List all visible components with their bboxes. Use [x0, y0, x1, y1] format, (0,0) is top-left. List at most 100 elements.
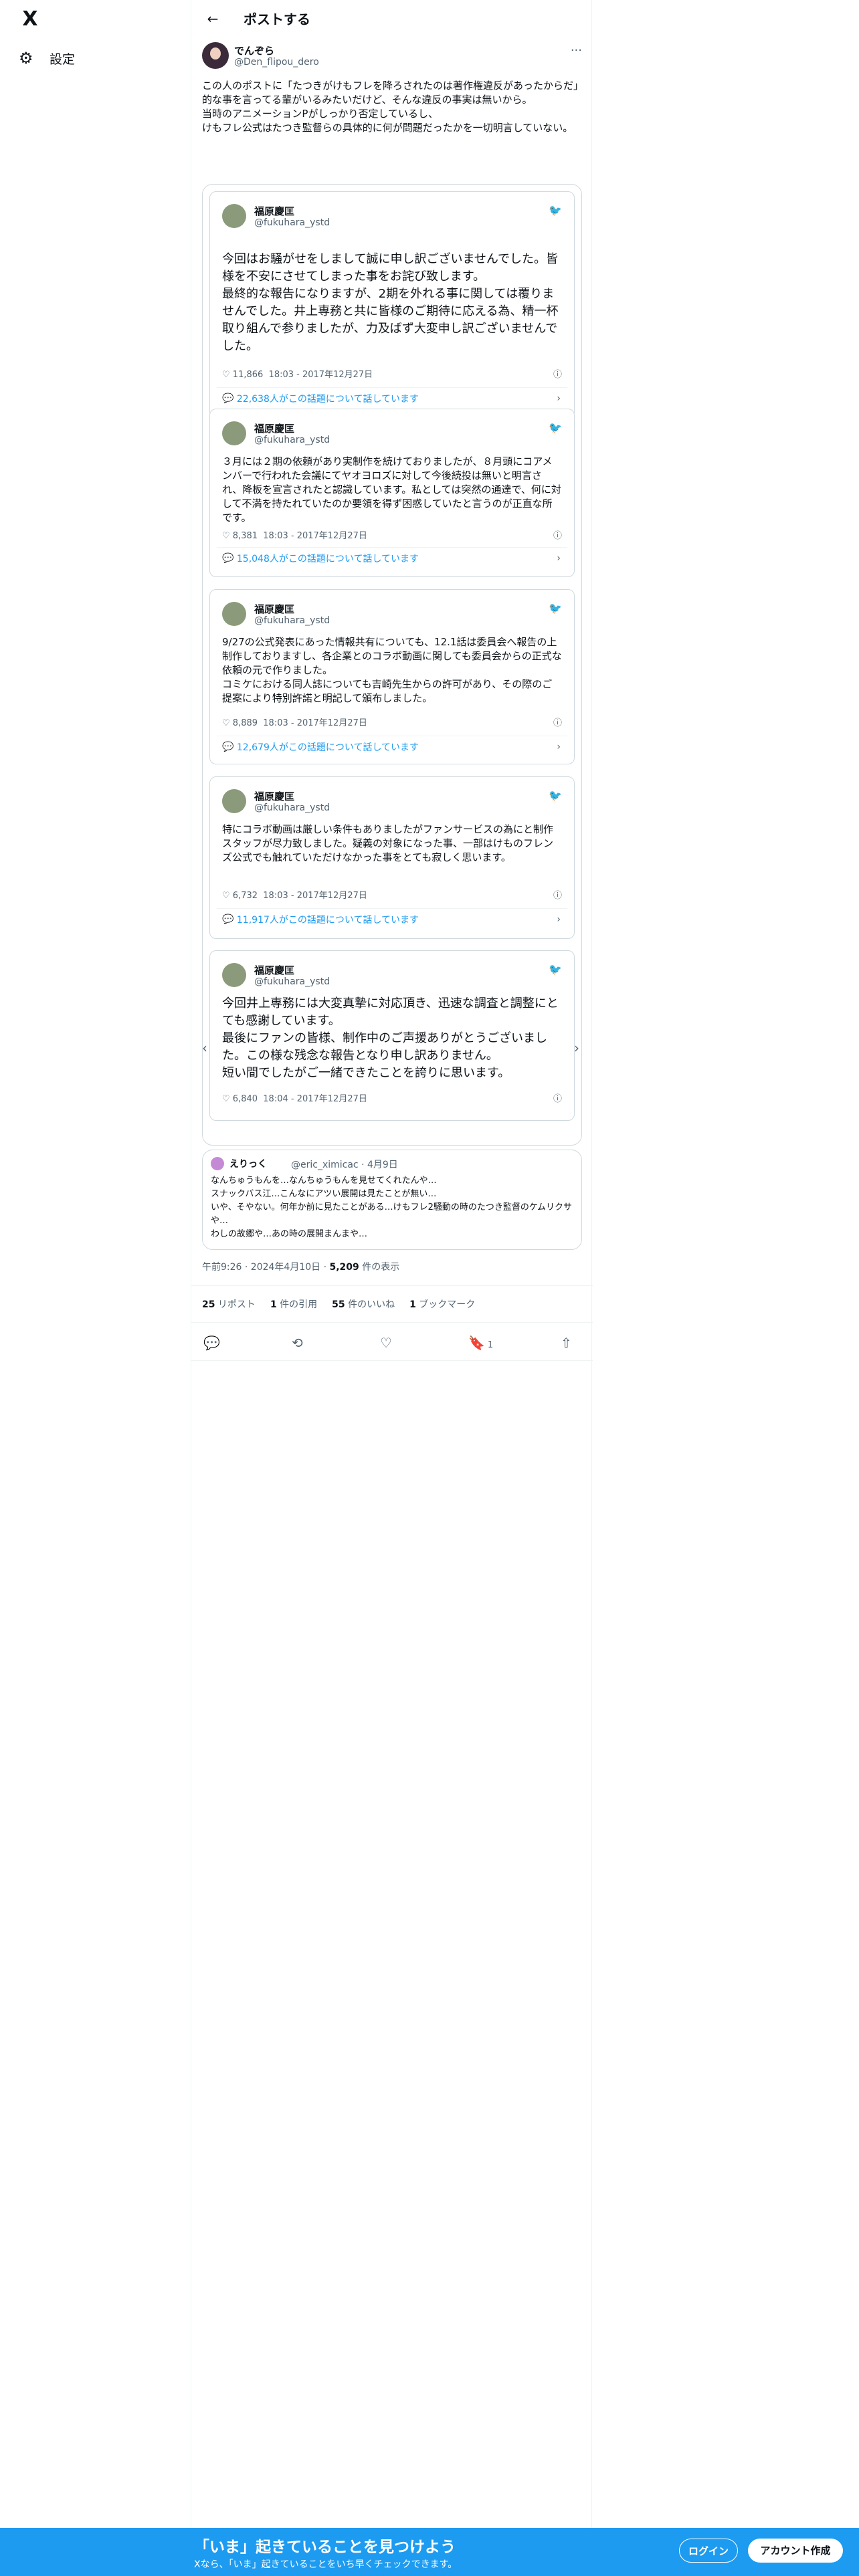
card-likes: 8,381	[232, 531, 258, 541]
reposts-stat[interactable]: 25 リポスト	[202, 1297, 256, 1311]
chevron-right-icon: ›	[557, 552, 561, 564]
nav-settings-label: 設定	[50, 51, 76, 67]
likes-count: 55	[332, 1299, 345, 1310]
chevron-right-icon: ›	[557, 914, 561, 925]
main-column: ← ポストする でんぞら @Den_flipou_dero ··· この人のポス…	[191, 0, 593, 2576]
chevron-right-icon: ›	[557, 741, 561, 752]
twitter-bird-icon: 🐦	[549, 204, 562, 217]
avatar	[222, 204, 246, 228]
post-timestamp: 午前9:26 · 2024年4月10日 · 5,209 件の表示	[202, 1260, 399, 1273]
signup-button[interactable]: アカウント作成	[748, 2539, 843, 2563]
bookmarks-count: 1	[409, 1299, 416, 1310]
back-arrow-icon[interactable]: ←	[199, 11, 226, 27]
card-likes: 6,732	[232, 891, 258, 901]
twitter-bird-icon: 🐦	[549, 602, 562, 615]
card-author-handle: @fukuhara_ystd	[254, 976, 330, 987]
author-name[interactable]: でんぞら	[234, 43, 274, 58]
likes-label: 件のいいね	[345, 1299, 395, 1310]
card-likes: 8,889	[232, 718, 258, 728]
quotes-label: 件の引用	[276, 1299, 318, 1310]
card-meta: ♡ 8,889 18:03 - 2017年12月27日	[222, 718, 367, 728]
twitter-bird-icon: 🐦	[549, 421, 562, 434]
avatar[interactable]	[202, 42, 229, 69]
post-text: この人のポストに「たつきがけもフレを降ろされたのは著作権違反があったからだ」 的…	[202, 80, 584, 134]
card-conversation-link: 💬 12,679人がこの話題について話しています ›	[217, 736, 567, 757]
card-time: 18:03 - 2017年12月27日	[263, 531, 367, 541]
quoted-post[interactable]: えりっく @eric_ximicac · 4月9日 なんちゅうもんを…なんちゅう…	[202, 1150, 582, 1250]
card-author-name: 福原慶匡	[254, 603, 295, 615]
quotes-stat[interactable]: 1 件の引用	[270, 1297, 317, 1311]
card-conversation-link: 💬 11,917人がこの話題について話しています ›	[217, 908, 567, 930]
card-likes: 11,866	[232, 370, 264, 380]
card-meta: ♡ 11,866 18:03 - 2017年12月27日	[222, 370, 373, 380]
page-title: ポストする	[244, 11, 310, 27]
reply-icon[interactable]: 💬	[203, 1335, 220, 1351]
avatar	[222, 963, 246, 987]
signup-banner: 「いま」起きていることを見つけよう Xなら、「いま」起きていることをいち早くチェ…	[0, 2528, 859, 2576]
x-logo-icon[interactable]: X	[19, 8, 41, 31]
avatar	[222, 602, 246, 626]
card-talk-text: 15,048人がこの話題について話しています	[236, 553, 419, 564]
more-options-icon[interactable]: ···	[571, 43, 582, 58]
card-time: 18:03 - 2017年12月27日	[263, 718, 367, 728]
card-text: 今回井上専務には大変真摯に対応頂き、迅速な調査と調整にとても感謝しています。 最…	[222, 996, 559, 1080]
card-author-handle: @fukuhara_ystd	[254, 217, 330, 228]
next-arrow-icon[interactable]: ›	[574, 1040, 579, 1056]
quote-author-handle: @eric_ximicac · 4月9日	[291, 1160, 398, 1170]
card-text: 9/27の公式発表にあった情報共有についても、12.1話は委員会へ報告の上制作し…	[222, 636, 562, 704]
author-handle[interactable]: @Den_flipou_dero	[234, 57, 319, 68]
left-sidebar: X ⚙ 設定	[0, 0, 191, 2576]
views-label: 件の表示	[359, 1262, 400, 1273]
card-time: 18:04 - 2017年12月27日	[263, 1094, 367, 1104]
timestamp-text[interactable]: 午前9:26 · 2024年4月10日 ·	[202, 1262, 330, 1273]
card-talk-text: 12,679人がこの話題について話しています	[236, 742, 419, 753]
bookmarks-stat[interactable]: 1 ブックマーク	[409, 1297, 475, 1311]
embedded-tweet-card: 福原慶匡 @fukuhara_ystd 🐦 今回はお騒がせをしまして誠に申し訳ご…	[209, 191, 575, 419]
embedded-tweet-card: 福原慶匡 @fukuhara_ystd 🐦 今回井上専務には大変真摯に対応頂き、…	[209, 950, 575, 1121]
avatar	[222, 421, 246, 445]
views-count: 5,209	[329, 1262, 359, 1273]
nav-settings[interactable]: ⚙ 設定	[19, 47, 75, 70]
card-time: 18:03 - 2017年12月27日	[263, 891, 367, 901]
chevron-right-icon: ›	[557, 393, 561, 404]
quote-author-name: えりっく	[229, 1159, 267, 1170]
embedded-tweet-card: 福原慶匡 @fukuhara_ystd 🐦 ３月には２期の依頼があり実制作を続け…	[209, 409, 575, 577]
card-author-handle: @fukuhara_ystd	[254, 615, 330, 626]
gear-icon: ⚙	[19, 49, 33, 68]
card-text: ３月には２期の依頼があり実制作を続けておりましたが、８月頭にコアメンバーで行われ…	[222, 455, 561, 524]
embedded-tweet-card: 福原慶匡 @fukuhara_ystd 🐦 特にコラボ動画は厳しい条件もありまし…	[209, 776, 575, 939]
avatar	[211, 1157, 224, 1170]
top-bar: ← ポストする	[191, 0, 593, 37]
twitter-bird-icon: 🐦	[549, 789, 562, 802]
engagement-stats: 25 リポスト 1 件の引用 55 件のいいね 1 ブックマーク	[191, 1285, 593, 1323]
info-icon: ⓘ	[553, 531, 562, 541]
info-icon: ⓘ	[553, 370, 562, 380]
card-author-handle: @fukuhara_ystd	[254, 435, 330, 445]
repost-icon[interactable]: ⟲	[292, 1335, 303, 1351]
twitter-bird-icon: 🐦	[549, 963, 562, 976]
info-icon: ⓘ	[553, 718, 562, 728]
card-meta: ♡ 6,840 18:04 - 2017年12月27日	[222, 1094, 367, 1104]
quotes-count: 1	[270, 1299, 277, 1310]
card-likes: 6,840	[232, 1094, 258, 1104]
info-icon: ⓘ	[553, 891, 562, 901]
login-button[interactable]: ログイン	[679, 2539, 738, 2563]
banner-subtitle: Xなら、「いま」起きていることをいち早くチェックできます。	[194, 2559, 458, 2570]
post-media[interactable]: 福原慶匡 @fukuhara_ystd 🐦 今回はお騒がせをしまして誠に申し訳ご…	[202, 184, 582, 1146]
card-talk-text: 11,917人がこの話題について話しています	[236, 914, 419, 926]
card-talk-text: 22,638人がこの話題について話しています	[236, 393, 419, 405]
likes-stat[interactable]: 55 件のいいね	[332, 1297, 395, 1311]
like-icon[interactable]: ♡	[380, 1335, 392, 1351]
previous-arrow-icon[interactable]: ‹	[202, 1040, 207, 1056]
card-author-handle: @fukuhara_ystd	[254, 802, 330, 813]
reposts-count: 25	[202, 1299, 215, 1310]
card-conversation-link: 💬 22,638人がこの話題について話しています ›	[217, 387, 567, 409]
card-meta: ♡ 8,381 18:03 - 2017年12月27日	[222, 531, 367, 541]
banner-title: 「いま」起きていることを見つけよう	[194, 2539, 456, 2556]
card-conversation-link: 💬 15,048人がこの話題について話しています ›	[217, 547, 567, 568]
bookmark-count: 1	[487, 1340, 494, 1350]
bookmark-icon[interactable]: 🔖 1	[468, 1335, 493, 1351]
info-icon: ⓘ	[553, 1094, 562, 1104]
reposts-label: リポスト	[215, 1299, 256, 1310]
share-icon[interactable]: ⇧	[561, 1335, 572, 1351]
